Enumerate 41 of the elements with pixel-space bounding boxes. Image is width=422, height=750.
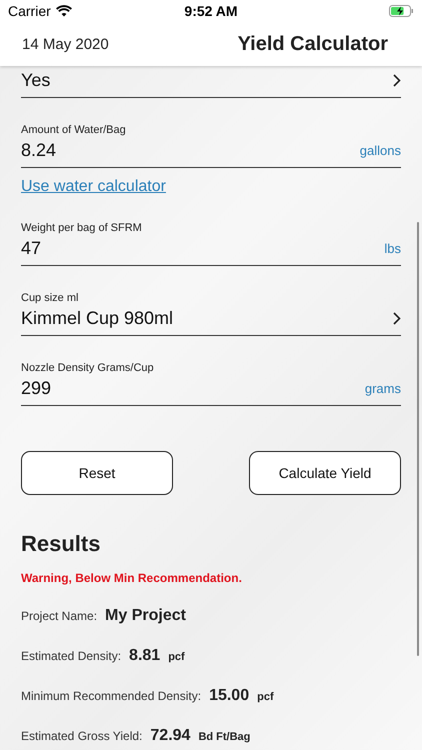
select-field[interactable]: Yes <box>21 70 401 98</box>
water-calculator-link[interactable]: Use water calculator <box>21 178 166 196</box>
clock-time: 9:52 AM <box>184 3 238 19</box>
chevron-right-icon <box>393 74 401 87</box>
result-label: Minimum Recommended Density: <box>21 689 202 703</box>
field-value: 47 <box>21 238 42 259</box>
result-unit: pcf <box>257 691 274 703</box>
field-label: Weight per bag of SFRM <box>21 222 143 234</box>
field-value: Kimmel Cup 980ml <box>21 308 174 329</box>
unit-label: grams <box>364 381 401 396</box>
field-value: Yes <box>21 70 50 91</box>
field-label: Nozzle Density Grams/Cup <box>21 362 155 374</box>
field-label: Cup size ml <box>21 292 80 304</box>
input-field[interactable]: Nozzle Density Grams/Cup 299 grams <box>21 362 401 406</box>
result-value: 72.94 <box>150 727 190 745</box>
result-label: Estimated Gross Yield: <box>21 729 142 743</box>
result-unit: pcf <box>168 651 185 663</box>
result-label: Estimated Density: <box>21 649 122 663</box>
result-label: Project Name: <box>21 609 98 623</box>
field-value: 299 <box>21 378 52 399</box>
unit-label: gallons <box>360 143 401 158</box>
warning-message: Warning, Below Min Recommendation. <box>21 571 243 585</box>
screen-title: Yield Calculator <box>238 32 388 56</box>
result-value: My Project <box>105 607 186 625</box>
result-value: 8.81 <box>129 647 160 665</box>
calculate-button[interactable]: Calculate Yield <box>249 451 401 495</box>
unit-label: lbs <box>384 241 401 256</box>
wifi-icon <box>56 5 72 17</box>
select-field[interactable]: Cup size ml Kimmel Cup 980ml <box>21 292 401 336</box>
reset-button[interactable]: Reset <box>21 451 173 495</box>
field-label: Amount of Water/Bag <box>21 124 127 136</box>
carrier-label: Carrier <box>8 3 51 19</box>
results-heading: Results <box>21 531 102 557</box>
field-value: 8.24 <box>21 140 56 161</box>
input-field[interactable]: Weight per bag of SFRM 47 lbs <box>21 222 401 266</box>
date-label: 14 May 2020 <box>22 36 109 52</box>
result-value: 15.00 <box>209 687 250 705</box>
battery-icon <box>388 5 414 17</box>
input-field[interactable]: Amount of Water/Bag 8.24 gallons <box>21 124 401 168</box>
chevron-right-icon <box>393 312 401 325</box>
result-unit: Bd Ft/Bag <box>198 731 250 743</box>
